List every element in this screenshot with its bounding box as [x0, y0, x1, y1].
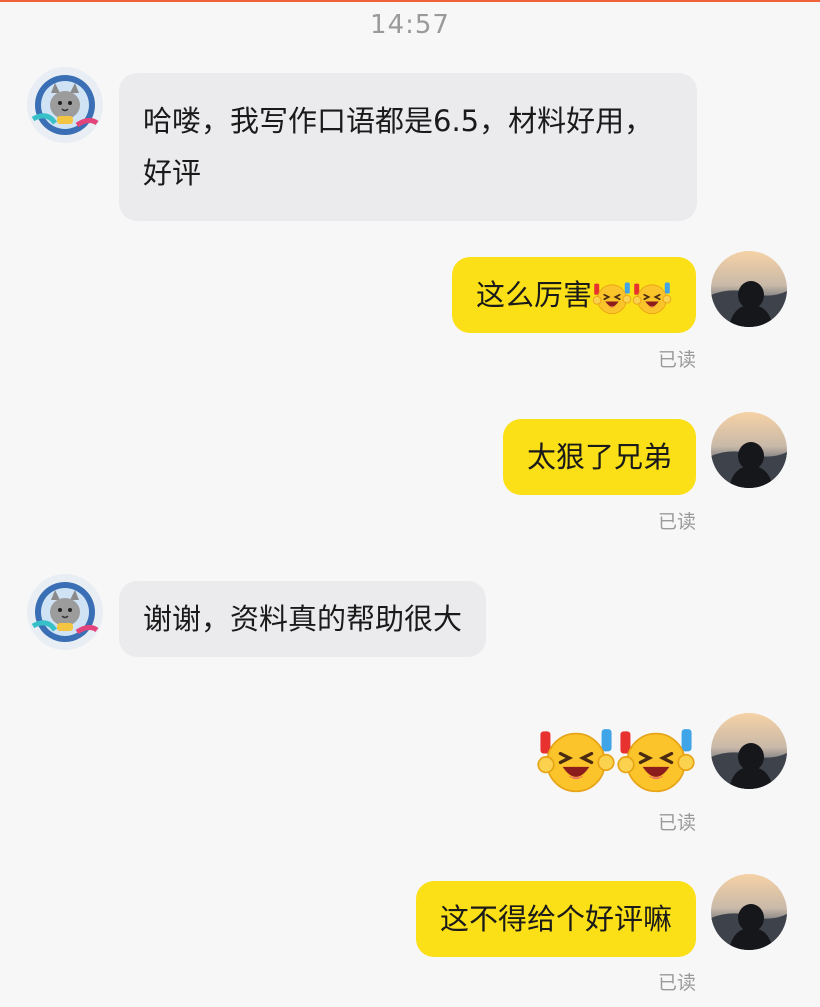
contact-avatar[interactable]	[27, 67, 103, 143]
read-status: 已读	[657, 972, 696, 994]
my-avatar[interactable]	[711, 874, 787, 950]
message-text: 太狠了兄弟	[526, 440, 672, 474]
timestamp: 14:57	[370, 10, 450, 40]
message-bubble-incoming[interactable]: 谢谢，资料真的帮助很大	[119, 581, 487, 657]
read-status: 已读	[657, 349, 696, 371]
read-status: 已读	[657, 812, 696, 834]
laughing-cheer-emoji	[632, 279, 672, 315]
message-text: 这不得给个好评嘛	[439, 902, 672, 936]
my-avatar[interactable]	[711, 251, 787, 327]
top-accent-line	[0, 0, 820, 2]
message-bubble-outgoing[interactable]: 太狠了兄弟	[502, 419, 696, 495]
message-bubble-outgoing[interactable]: 这不得给个好评嘛	[415, 881, 696, 957]
message-text: 谢谢，资料真的帮助很大	[143, 602, 463, 636]
laughing-cheer-emoji	[536, 722, 616, 794]
contact-avatar[interactable]	[27, 574, 103, 650]
message-bubble-incoming[interactable]: 哈喽，我写作口语都是6.5，材料好用，好评	[119, 73, 697, 221]
read-status: 已读	[657, 511, 696, 533]
laughing-cheer-emoji	[616, 722, 696, 794]
my-avatar[interactable]	[711, 412, 787, 488]
my-avatar[interactable]	[711, 713, 787, 789]
message-text: 哈喽，我写作口语都是6.5，材料好用，好评	[143, 104, 654, 190]
sticker-message[interactable]	[536, 722, 698, 794]
laughing-cheer-emoji	[592, 279, 632, 315]
message-text: 这么厉害	[475, 278, 592, 312]
message-bubble-outgoing[interactable]: 这么厉害	[451, 257, 696, 333]
